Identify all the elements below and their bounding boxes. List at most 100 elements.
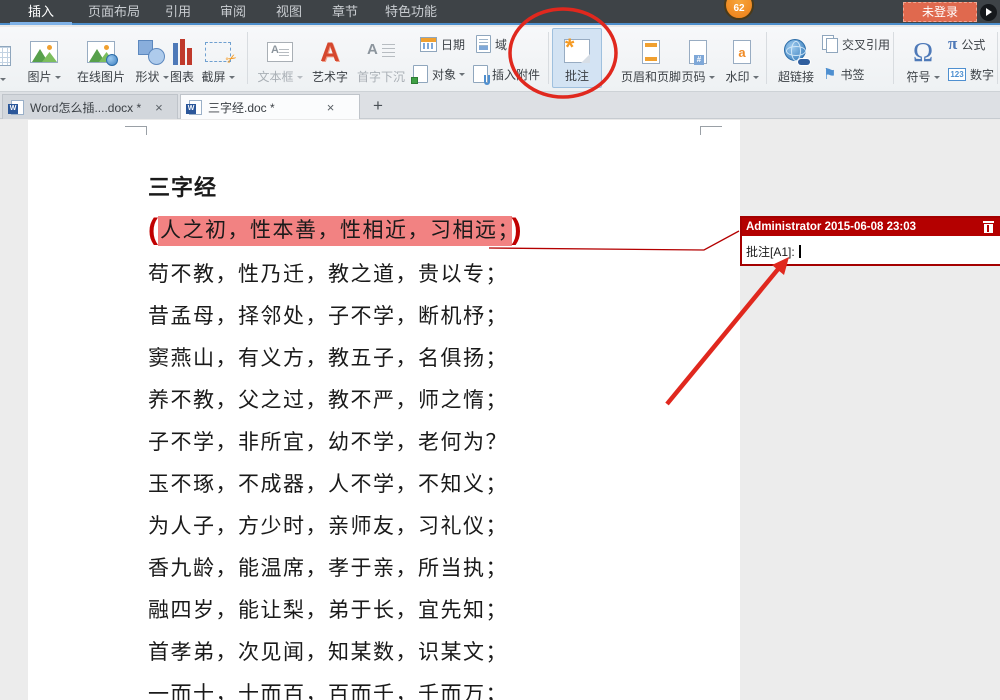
document-tab-bar: W Word怎么插....docx * × W 三字经.doc * × +	[0, 92, 1000, 119]
chart-button[interactable]: 图表	[164, 28, 200, 88]
formula-button[interactable]: π 公式	[948, 34, 985, 54]
online-picture-icon	[87, 41, 118, 66]
doc-line: 为人子，方少时，亲师友，习礼仪；	[148, 515, 508, 538]
online-picture-label: 在线图片	[76, 70, 125, 84]
textbox-button[interactable]: A 文本框	[252, 28, 308, 88]
login-button[interactable]: 未登录	[903, 2, 977, 22]
hash-glyph: #	[694, 55, 704, 65]
attachment-button[interactable]: 插入附件	[473, 64, 541, 85]
menu-tab-review[interactable]: 审阅	[206, 0, 260, 23]
page-number-icon: #	[689, 40, 707, 65]
bookmark-icon: ⚑	[823, 65, 837, 83]
field-icon	[476, 35, 491, 53]
object-icon	[411, 65, 428, 84]
menu-tab-view[interactable]: 视图	[262, 0, 316, 23]
date-button[interactable]: 日期	[420, 34, 465, 54]
doc-title: 三字经	[148, 175, 218, 200]
doc-line: 融四岁，能让梨，弟于长，宜先知；	[148, 599, 508, 622]
header-footer-label: 页眉和页脚	[620, 70, 681, 84]
doc-line: 昔孟母，择邻处，子不学，断机杼；	[148, 305, 508, 328]
margin-corner-mark	[125, 126, 147, 135]
close-tab-icon[interactable]: ×	[155, 100, 163, 115]
doc-line: 首孝弟，次见闻，知某数，识某文；	[148, 641, 508, 664]
watermark-label: 水印	[725, 70, 750, 84]
w-glyph: W	[186, 103, 196, 114]
dropdown-arrow-icon	[54, 76, 61, 82]
word-doc-icon: W	[8, 99, 24, 115]
attachment-icon	[473, 65, 490, 85]
crossref-button[interactable]: 交叉引用	[822, 34, 890, 54]
screenshot-button[interactable]: ✂ 截屏	[196, 28, 240, 88]
menu-bar: 插入 页面布局 引用 审阅 视图 章节 特色功能 62 未登录	[0, 0, 1000, 25]
dropdown-arrow-icon	[933, 76, 940, 82]
hyperlink-icon	[782, 39, 810, 65]
wordart-button[interactable]: A 艺术字	[306, 28, 354, 88]
screenshot-icon: ✂	[205, 42, 240, 68]
menu-tab-insert[interactable]: 插入	[10, 0, 72, 25]
comment-body[interactable]: 批注[A1]:	[742, 236, 1000, 264]
bookmark-label: 书签	[840, 67, 865, 82]
hyperlink-label: 超链接	[777, 70, 814, 84]
attachment-label: 插入附件	[492, 67, 541, 82]
margin-corner-mark	[700, 126, 722, 135]
comment-button[interactable]: * 批注	[552, 28, 602, 88]
letter-a-glyph: A	[367, 41, 378, 58]
wordart-label: 艺术字	[311, 70, 348, 84]
doc-line: 窦燕山，有义方，教五子，名俱扬；	[148, 347, 508, 370]
doc-line: 香九龄，能温席，孝于亲，所当执；	[148, 557, 508, 580]
header-footer-icon	[642, 40, 660, 64]
document-area: 三字经 (人之初，性本善，性相近，习相远；) 苟不教，性乃迁，教之道，贵以专； …	[0, 120, 1000, 700]
symbol-label: 符号	[906, 70, 931, 84]
new-tab-button[interactable]: +	[366, 94, 390, 118]
menu-tab-page-layout[interactable]: 页面布局	[76, 0, 152, 23]
doc-line: 子不学，非所宜，幼不学，老何为？	[148, 431, 508, 454]
menu-tab-section[interactable]: 章节	[318, 0, 372, 23]
textbox-label: 文本框	[257, 70, 294, 84]
hyperlink-button[interactable]: 超链接	[770, 28, 822, 88]
field-label: 域	[495, 37, 508, 52]
w-glyph: W	[8, 103, 18, 114]
wordart-icon: A	[320, 37, 340, 67]
doc-tab-word-howto[interactable]: W Word怎么插....docx * ×	[2, 94, 178, 119]
delete-comment-icon[interactable]	[983, 221, 994, 233]
picture-button[interactable]: 图片	[20, 28, 68, 88]
textbox-icon: A	[267, 42, 293, 62]
menu-tab-references[interactable]: 引用	[152, 0, 204, 23]
member-level-badge[interactable]: 62	[724, 0, 754, 20]
ribbon-separator	[247, 32, 248, 84]
table-button-partial[interactable]	[0, 28, 18, 88]
page-number-button[interactable]: # 页码	[676, 28, 720, 88]
object-button[interactable]: 对象	[411, 64, 466, 84]
symbol-button[interactable]: Ω 符号	[898, 28, 948, 88]
chart-icon	[172, 39, 192, 65]
menu-tab-special[interactable]: 特色功能	[372, 0, 450, 23]
comment-bracket-close: )	[511, 213, 522, 246]
dropcap-button[interactable]: A 首字下沉	[352, 28, 410, 88]
doc-tab-label: Word怎么插....docx *	[30, 100, 142, 115]
doc-line: 苟不教，性乃迁，教之道，贵以专；	[148, 263, 508, 286]
dropcap-icon: A	[367, 41, 395, 63]
number-label: 数字	[970, 67, 995, 82]
dropdown-arrow-icon	[752, 76, 759, 82]
comment-balloon[interactable]: Administrator 2015-06-08 23:03 批注[A1]:	[740, 216, 1000, 266]
dropdown-arrow-icon	[459, 72, 466, 79]
online-picture-button[interactable]: 在线图片	[70, 28, 132, 88]
page-number-label: 页码	[681, 70, 706, 84]
comment-text: 批注[A1]:	[746, 244, 795, 259]
date-icon	[420, 36, 437, 52]
document-page[interactable]: 三字经 (人之初，性本善，性相近，习相远；) 苟不教，性乃迁，教之道，贵以专； …	[28, 120, 740, 700]
watermark-button[interactable]: a 水印	[720, 28, 764, 88]
highlighted-text: 人之初，性本善，性相近，习相远；	[158, 216, 512, 246]
dropdown-arrow-icon	[0, 78, 6, 84]
chart-label: 图表	[169, 70, 194, 84]
close-tab-icon[interactable]: ×	[327, 100, 335, 115]
number-button[interactable]: 123 数字	[948, 64, 994, 84]
bookmark-button[interactable]: ⚑ 书签	[823, 64, 864, 84]
date-label: 日期	[441, 37, 466, 52]
doc-tab-sanzijing[interactable]: W 三字经.doc * ×	[180, 94, 360, 119]
formula-label: 公式	[961, 37, 986, 52]
skin-arrow-icon[interactable]	[980, 4, 997, 21]
ribbon-separator	[766, 32, 767, 84]
field-button[interactable]: 域	[476, 34, 507, 54]
table-icon	[0, 46, 11, 66]
